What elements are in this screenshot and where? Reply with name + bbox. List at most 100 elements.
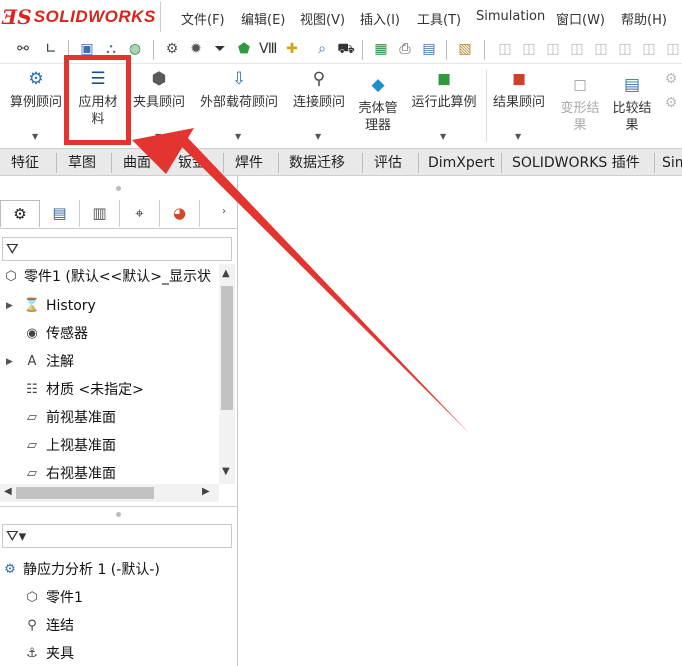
menu-insert[interactable]: 插入(I): [360, 9, 400, 28]
scrollbar-thumb[interactable]: [16, 487, 154, 499]
cog-icon[interactable]: ✹: [187, 40, 205, 58]
sensors-folder-icon: ◉: [26, 326, 38, 341]
tab-separator: [501, 153, 502, 173]
external-loads-button[interactable]: ⇩ 外部载荷顾问 ▼: [194, 68, 284, 141]
expand-arrow-icon[interactable]: ▶: [6, 350, 13, 374]
view-cube-icon: ◫: [594, 41, 608, 57]
view-cube-icon: ◫: [498, 41, 512, 57]
configuration-manager-tab-icon[interactable]: ▥: [80, 200, 120, 227]
toolbar-separator: [446, 40, 447, 60]
tab-simulation[interactable]: Sim: [662, 152, 682, 174]
panel-grip[interactable]: [116, 512, 121, 517]
tree-item-sensors[interactable]: ◉ 传感器: [0, 322, 218, 346]
history-folder-icon: ⌛: [23, 298, 41, 313]
menu-help[interactable]: 帮助(H): [621, 9, 667, 28]
menu-window[interactable]: 窗口(W): [556, 9, 605, 28]
run-study-button[interactable]: ◼ 运行此算例 ▼: [406, 68, 482, 141]
excel-icon[interactable]: ▦: [372, 40, 390, 58]
tree-item-top-plane[interactable]: ▱ 上视基准面: [0, 434, 218, 458]
chevron-down-icon[interactable]: ▼: [235, 132, 241, 141]
chevron-down-icon[interactable]: ▼: [155, 132, 161, 141]
print-icon[interactable]: ⎙: [396, 40, 414, 58]
connector-icon[interactable]: ✚: [283, 40, 301, 58]
report-icon[interactable]: ▤: [420, 40, 438, 58]
sim-tree-item-part[interactable]: ⬡ 零件1: [0, 586, 218, 610]
binoculars-icon[interactable]: ⛟: [337, 40, 355, 58]
menu-view[interactable]: 视图(V): [300, 9, 345, 28]
fixtures-advisor-button[interactable]: ⬢ 夹具顾问 ▼: [130, 68, 188, 141]
menu-tools[interactable]: 工具(T): [417, 9, 461, 28]
tab-separator: [223, 153, 224, 173]
tab-weldments[interactable]: 焊件: [235, 152, 263, 174]
document-icon[interactable]: ▧: [456, 40, 474, 58]
shell-manager-button[interactable]: ◆ 壳体管 理器: [352, 74, 404, 134]
tree-filter[interactable]: ⛛: [2, 237, 232, 261]
fixtures-icon: ⚓: [26, 646, 38, 661]
chevron-down-icon[interactable]: ▼: [440, 132, 446, 141]
gear-icon[interactable]: ⚙: [163, 40, 181, 58]
ds-logo-mark: ƎS: [2, 5, 32, 29]
tree-item-material[interactable]: ☷ 材质 <未指定>: [0, 378, 218, 402]
panel-grip[interactable]: [116, 186, 121, 191]
chevron-down-icon[interactable]: ▼: [515, 132, 521, 141]
tree-item-right-plane[interactable]: ▱ 右视基准面: [0, 462, 218, 486]
menu-simulation[interactable]: Simulation: [476, 9, 545, 24]
sim-tree-item-connections[interactable]: ⚲ 连结: [0, 614, 218, 638]
run-study-icon: ◼: [436, 69, 452, 89]
tab-features[interactable]: 特征: [11, 152, 39, 174]
tree-root-part[interactable]: ⬡ 零件1 (默认<<默认>_显示状: [0, 265, 218, 289]
highlight-box: [64, 55, 131, 145]
shield-icon[interactable]: ⬟: [235, 40, 253, 58]
tab-data-migration[interactable]: 数据迁移: [289, 152, 345, 174]
study-advisor-button[interactable]: ⚙ 算例顾问 ▼: [4, 68, 68, 141]
tab-sketch[interactable]: 草图: [68, 152, 96, 174]
feature-manager-tab-icon[interactable]: ⚙: [0, 200, 40, 227]
compare-results-button[interactable]: ▤ 比较结 果: [606, 74, 658, 134]
graphics-area[interactable]: [239, 176, 682, 666]
results-advisor-icon: ◼: [511, 69, 527, 89]
tree-item-front-plane[interactable]: ▱ 前视基准面: [0, 406, 218, 430]
simulation-tree-filter[interactable]: ⛛▾: [2, 524, 232, 548]
chevron-down-icon[interactable]: ▼: [315, 132, 321, 141]
part-icon: ⬡: [5, 269, 17, 284]
bucket-icon[interactable]: ⏷: [211, 40, 229, 58]
scrollbar-thumb[interactable]: [221, 286, 233, 410]
tab-surfaces[interactable]: 曲面: [123, 152, 151, 174]
expand-arrow-icon[interactable]: ▶: [6, 294, 13, 318]
tree-root-study[interactable]: ⚙ 静应力分析 1 (-默认-): [0, 558, 236, 582]
scroll-left-icon[interactable]: ◀: [4, 486, 12, 497]
scroll-down-icon[interactable]: ▼: [222, 466, 230, 477]
connections-advisor-button[interactable]: ⚲ 连接顾问 ▼: [288, 68, 350, 141]
external-loads-icon: ⇩: [231, 69, 247, 89]
view-cube-icon: ◫: [546, 41, 560, 57]
menu-file[interactable]: 文件(F): [181, 9, 225, 28]
spring-icon[interactable]: Ⅷ: [259, 40, 277, 58]
mate-icon[interactable]: ⚯: [14, 40, 32, 58]
angle-icon[interactable]: ∟: [42, 40, 60, 58]
manager-tabs: ⚙ ▤ ▥ ⌖ ◕ ›: [0, 199, 238, 229]
chevron-right-icon[interactable]: ›: [222, 206, 226, 217]
sim-tree-item-fixtures[interactable]: ⚓ 夹具: [0, 642, 218, 666]
probe-icon[interactable]: ⌕: [313, 40, 331, 58]
property-manager-tab-icon[interactable]: ▤: [40, 200, 80, 227]
plane-icon: ▱: [27, 410, 37, 425]
view-cube-icon: ◫: [570, 41, 584, 57]
deformed-result-icon: ◻: [572, 75, 588, 95]
tree-item-history[interactable]: ▶ ⌛ History: [0, 294, 218, 318]
tab-evaluate[interactable]: 评估: [374, 152, 402, 174]
plane-icon: ▱: [27, 466, 37, 481]
display-manager-tab-icon[interactable]: ◕: [160, 200, 200, 227]
panel-divider[interactable]: [0, 506, 238, 507]
tree-item-annotations[interactable]: ▶ A 注解: [0, 350, 218, 374]
scroll-right-icon[interactable]: ▶: [202, 486, 210, 497]
results-advisor-button[interactable]: ◼ 结果顾问 ▼: [488, 68, 550, 141]
menu-edit[interactable]: 编辑(E): [241, 9, 285, 28]
shell-manager-icon: ◆: [371, 75, 385, 95]
dimxpert-manager-tab-icon[interactable]: ⌖: [120, 200, 160, 227]
menu-bar: ƎS SOLIDWORKS 文件(F) 编辑(E) 视图(V) 插入(I) 工具…: [0, 0, 682, 34]
scroll-up-icon[interactable]: ▲: [222, 268, 230, 279]
chevron-down-icon[interactable]: ▼: [32, 132, 38, 141]
tab-sheet-metal[interactable]: 钣金: [178, 152, 206, 174]
tab-solidworks-addins[interactable]: SOLIDWORKS 插件: [512, 152, 640, 174]
tab-dimxpert[interactable]: DimXpert: [428, 152, 495, 174]
